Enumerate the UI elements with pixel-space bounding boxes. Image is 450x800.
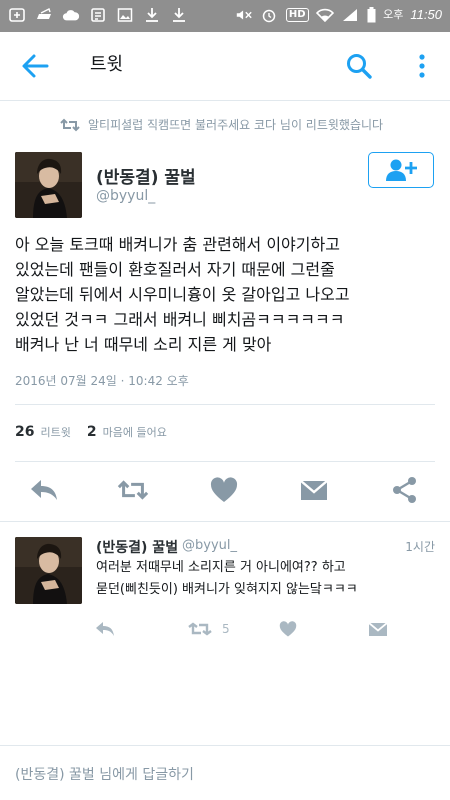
direct-message-button[interactable]: [298, 474, 330, 506]
back-button[interactable]: [20, 52, 50, 80]
heart-icon: [279, 621, 297, 637]
mute-icon: [235, 6, 253, 24]
more-vertical-icon: [419, 54, 425, 78]
add-notification-icon: [8, 6, 26, 24]
more-options-button[interactable]: [414, 52, 430, 80]
tweet-text: 아 오늘 토크때 배켜니가 춤 관련해서 이야기하고 있었는데 팬들이 환호질러…: [15, 232, 435, 357]
search-icon: [347, 54, 372, 79]
tweet-text-line: 배켜나 난 너 때무네 소리 지른 게 맞아: [15, 335, 272, 354]
follow-user-icon: [386, 159, 417, 181]
reply-like-button[interactable]: [279, 618, 297, 640]
retweet-icon: [188, 622, 212, 636]
status-ampm: 오후: [383, 8, 404, 21]
back-arrow-icon: [22, 54, 49, 78]
tweet-text-line: 있었는데 팬들이 환호질러서 자기 때문에 그런줄: [15, 260, 335, 279]
retweet-button[interactable]: [117, 474, 149, 506]
signal-icon: [341, 6, 359, 24]
author-handle[interactable]: @byyul_: [96, 188, 155, 204]
reply-actions: 5: [0, 618, 450, 642]
page-title: 트윗: [90, 54, 124, 75]
retweet-count[interactable]: 26: [15, 424, 34, 440]
like-count[interactable]: 2: [87, 424, 97, 440]
reply-text-line: 묻던(삐친듯이) 배켜니가 잊혀지지 않는닼ㅋㅋㅋ: [96, 582, 358, 597]
retweet-count-label[interactable]: 리트윗: [40, 424, 70, 440]
retweet-icon: [60, 118, 80, 131]
message-icon: [368, 622, 388, 636]
tweet-stats: 26 리트윗 2 마음에 들어요: [15, 424, 177, 440]
status-time: 11:50: [410, 7, 442, 22]
reply-author-handle[interactable]: @byyul_: [182, 538, 237, 553]
share-icon: [393, 477, 416, 503]
reply-reply-button[interactable]: [95, 618, 115, 640]
reply-button[interactable]: [28, 474, 60, 506]
like-count-label[interactable]: 마음에 들어요: [103, 424, 167, 440]
heart-icon: [210, 477, 238, 502]
tweet-text-line: 알았는데 뒤에서 시우미니흉이 옷 갈아입고 나오고: [15, 285, 350, 304]
follow-button[interactable]: [368, 152, 434, 188]
like-button[interactable]: [208, 474, 240, 506]
hd-voice-icon: HD: [285, 6, 309, 24]
reply-timestamp: 1시간: [405, 540, 435, 554]
divider: [0, 521, 450, 522]
tweet-text-line: 있었던 것ㅋㅋ 그래서 배켜니 삐치곰ㅋㅋㅋㅋㅋㅋ: [15, 310, 345, 329]
divider: [0, 745, 450, 746]
reply-retweet-count: 5: [222, 622, 230, 636]
download-icon: [170, 6, 188, 24]
reply-retweet-button[interactable]: 5: [188, 618, 230, 640]
wifi-icon: [316, 6, 335, 24]
reply-icon: [96, 622, 114, 636]
alarm-icon: [260, 6, 278, 24]
tweet-timestamp: 2016년 07월 24일 · 10:42 오후: [15, 374, 189, 388]
search-button[interactable]: [345, 52, 373, 80]
reply-icon: [31, 480, 57, 500]
app-notification-icon: [35, 6, 53, 24]
divider: [15, 461, 435, 462]
tweet-text-line: 아 오늘 토크때 배켜니가 춤 관련해서 이야기하고: [15, 235, 340, 254]
image-icon: [116, 6, 134, 24]
avatar[interactable]: [15, 152, 82, 218]
retweet-context-text[interactable]: 알티피셜럽 직캠뜨면 불러주세요 코다 님이 리트윗했습니다: [88, 116, 383, 133]
tweet-actions: [0, 474, 450, 510]
battery-icon: [366, 6, 376, 24]
reply-avatar[interactable]: [15, 537, 82, 604]
reply-input[interactable]: (반동결) 꿀벌 님에게 답글하기: [15, 764, 194, 784]
retweet-context: 알티피셜럽 직캠뜨면 불러주세요 코다 님이 리트윗했습니다: [60, 116, 383, 133]
reply-message-button[interactable]: [368, 618, 388, 640]
status-bar: HD 오후 11:50: [0, 0, 450, 32]
reply-text-line: 여러분 저때무네 소리지른 거 아니에여?? 하고: [96, 560, 346, 575]
reply-author-name[interactable]: (반동결) 꿀벌: [96, 537, 178, 557]
divider: [15, 404, 435, 405]
share-button[interactable]: [389, 474, 421, 506]
message-icon: [300, 480, 328, 500]
retweet-icon: [117, 480, 149, 500]
reply-text: 여러분 저때무네 소리지른 거 아니에여?? 하고 묻던(삐친듯이) 배켜니가 …: [96, 557, 436, 601]
calendar-icon: [89, 6, 107, 24]
author-name[interactable]: (반동결) 꿀벌: [96, 163, 196, 188]
cloud-icon: [62, 6, 80, 24]
download-icon: [143, 6, 161, 24]
app-header: 트윗: [0, 32, 450, 101]
